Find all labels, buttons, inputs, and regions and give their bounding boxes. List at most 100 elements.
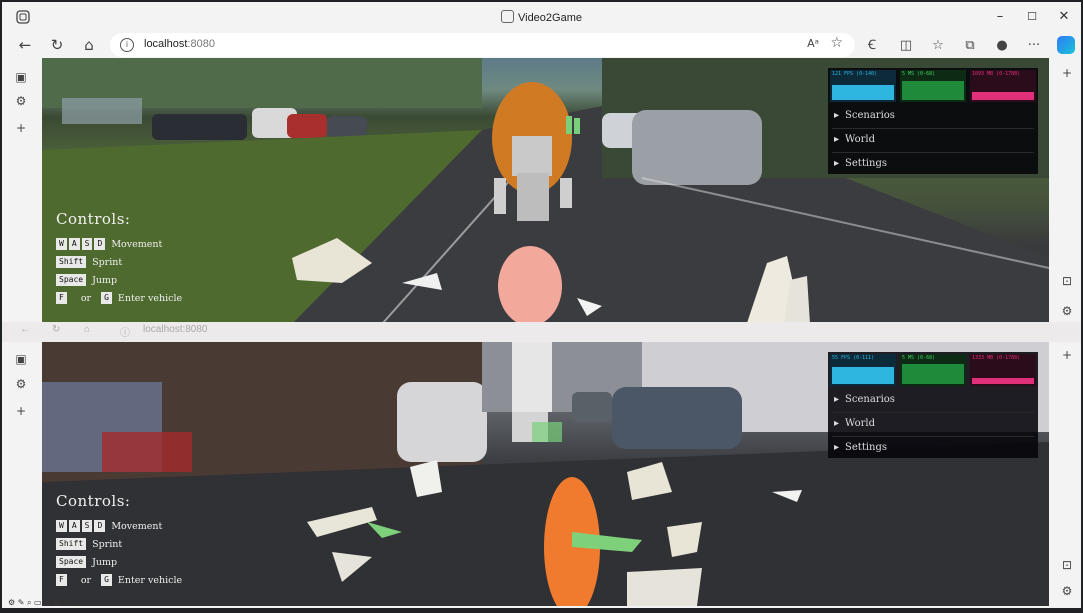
copilot-icon[interactable] — [1057, 36, 1075, 54]
url-text[interactable]: localhost:8080 — [144, 38, 215, 50]
controls-overlay: Controls: W A S D Movement Shift Sprint Space… — [56, 210, 182, 304]
mb-graph — [972, 76, 1034, 100]
controls-heading: Controls: — [56, 492, 131, 510]
control-row-movement: W A S D Movement — [56, 238, 162, 252]
browser-toolbar: ← ↻ ⌂ i localhost:8080 Aᵃ ☆ Ꞓ ◫ ☆ ⧉ ● ··… — [2, 32, 1081, 60]
bottom-dock: ⚙ ✎ ⌕ ▭ ▪ ● ⊕ — [8, 598, 68, 608]
gear-icon[interactable]: ⚙ — [14, 377, 28, 391]
home-icon[interactable]: ⌂ — [78, 34, 100, 56]
pen-icon[interactable]: ✎ — [18, 598, 25, 607]
duplicated-toolbar-strip: ← ↻ ⌂ ⓘ localhost:8080 — [2, 322, 1081, 342]
add-icon[interactable]: + — [1060, 348, 1074, 362]
favorites-icon[interactable]: ☆ — [928, 36, 948, 56]
search-icon[interactable]: ⌕ — [27, 598, 31, 607]
control-label: Movement — [111, 238, 163, 250]
gear-icon[interactable]: ⚙ — [8, 598, 15, 607]
address-bar[interactable]: i localhost:8080 Aᵃ ☆ — [110, 33, 855, 57]
more-icon[interactable]: ··· — [1024, 36, 1044, 56]
gear-icon[interactable]: ⚙ — [1060, 584, 1074, 598]
menu-divider — [832, 128, 1034, 129]
browser-window: Video2Game – ☐ ✕ ← ↻ ⌂ i localhost:8080 … — [2, 2, 1081, 608]
read-aloud-icon[interactable]: Aᵃ — [807, 37, 819, 50]
menu-world[interactable]: ▸ World — [834, 418, 875, 429]
minimize-button[interactable]: – — [990, 8, 1010, 26]
add-icon[interactable]: + — [1060, 66, 1074, 80]
menu-settings[interactable]: ▸ Settings — [834, 158, 887, 169]
game-viewport-1[interactable]: Controls: W A S D Movement Shift Sprint Space… — [42, 58, 1049, 324]
maximize-button[interactable]: ☐ — [1022, 8, 1042, 26]
gear-icon[interactable]: ⚙ — [1060, 304, 1074, 318]
menu-divider — [832, 412, 1034, 413]
ghost-url: localhost:8080 — [143, 324, 208, 335]
window-title: Video2Game — [2, 10, 1081, 24]
menu-scenarios[interactable]: ▸ Scenarios — [834, 394, 895, 405]
control-row-vehicle: For G Enter vehicle — [56, 292, 182, 306]
ms-graph — [902, 76, 964, 100]
title-bar: Video2Game – ☐ ✕ — [2, 2, 1081, 32]
control-label: Enter vehicle — [117, 574, 183, 586]
key-space: Space — [56, 274, 87, 286]
info-icon[interactable]: i — [120, 38, 134, 52]
key-f: F — [56, 292, 67, 304]
key-w: W — [56, 238, 67, 250]
control-row-vehicle: For G Enter vehicle — [56, 574, 182, 588]
add-circle-icon[interactable]: ⊕ — [62, 598, 69, 607]
extensions-icon[interactable]: Ꞓ — [862, 36, 882, 56]
menu-scenarios[interactable]: ▸ Scenarios — [834, 110, 895, 121]
stats-panel: 121 FPS (0-140) 5 MS (0-68) 1093 MB (0-1… — [828, 68, 1038, 104]
camera-icon[interactable]: ▪ — [44, 598, 49, 607]
add-icon[interactable]: + — [14, 121, 28, 135]
control-row-movement: W A S D Movement — [56, 520, 162, 534]
stats-panel: 55 FPS (0-111) 5 MS (0-68) 1333 MB (0-17… — [828, 352, 1038, 388]
collections-icon[interactable]: ⧉ — [960, 36, 980, 56]
key-s: S — [81, 520, 93, 532]
control-or: or — [80, 292, 92, 304]
control-row-jump: Space Jump — [56, 274, 117, 288]
ms-graph — [902, 360, 964, 384]
refresh-icon[interactable]: ↻ — [46, 34, 68, 56]
star-icon[interactable]: ☆ — [830, 35, 843, 51]
key-w: W — [56, 520, 67, 532]
key-f: F — [56, 574, 67, 586]
home-icon: ⌂ — [84, 324, 91, 335]
fps-stat: 55 FPS (0-111) — [830, 354, 896, 386]
sidebar-toggle-icon[interactable]: ▣ — [14, 70, 28, 84]
menu-world[interactable]: ▸ World — [834, 134, 875, 145]
controls-overlay: Controls: W A S D Movement Shift Sprint Space… — [56, 492, 182, 586]
stat-graph-fill — [972, 378, 1034, 384]
fps-graph — [832, 76, 894, 100]
gear-icon[interactable]: ⚙ — [14, 94, 28, 108]
window-icon[interactable]: ▭ — [34, 598, 42, 607]
info-icon: ⓘ — [120, 328, 130, 339]
control-row-sprint: Shift Sprint — [56, 538, 122, 552]
key-shift: Shift — [56, 538, 87, 550]
ms-stat: 5 MS (0-68) — [900, 70, 966, 102]
game-menu-panel: 121 FPS (0-140) 5 MS (0-68) 1093 MB (0-1… — [828, 68, 1038, 174]
back-icon[interactable]: ← — [14, 34, 36, 56]
stat-graph-fill — [902, 81, 964, 100]
control-label: Sprint — [92, 256, 123, 268]
sidebar-toggle-icon[interactable]: ▣ — [14, 352, 28, 366]
add-icon[interactable]: + — [14, 404, 28, 418]
control-label: Jump — [92, 274, 118, 286]
screenshot-icon[interactable]: ⊡ — [1060, 274, 1074, 288]
key-g: G — [101, 292, 112, 304]
control-label: Enter vehicle — [117, 292, 183, 304]
profile-icon[interactable]: ● — [992, 36, 1012, 56]
tab-favicon-icon — [500, 10, 514, 23]
split-screen-icon[interactable]: ◫ — [896, 36, 916, 56]
circle-icon[interactable]: ● — [52, 598, 59, 607]
menu-settings[interactable]: ▸ Settings — [834, 442, 887, 453]
key-space: Space — [56, 556, 87, 568]
back-icon: ← — [20, 324, 30, 335]
key-a: A — [68, 520, 80, 532]
game-viewport-2[interactable]: Controls: W A S D Movement Shift Sprint Space… — [42, 342, 1049, 606]
mb-stat: 1333 MB (0-1788) — [970, 354, 1036, 386]
stat-graph-fill — [902, 363, 964, 384]
screenshot-icon[interactable]: ⊡ — [1060, 558, 1074, 572]
stat-graph-fill — [832, 367, 894, 384]
mb-stat: 1093 MB (0-1788) — [970, 70, 1036, 102]
close-button[interactable]: ✕ — [1054, 8, 1074, 26]
key-g: G — [101, 574, 112, 586]
refresh-icon: ↻ — [52, 324, 61, 335]
